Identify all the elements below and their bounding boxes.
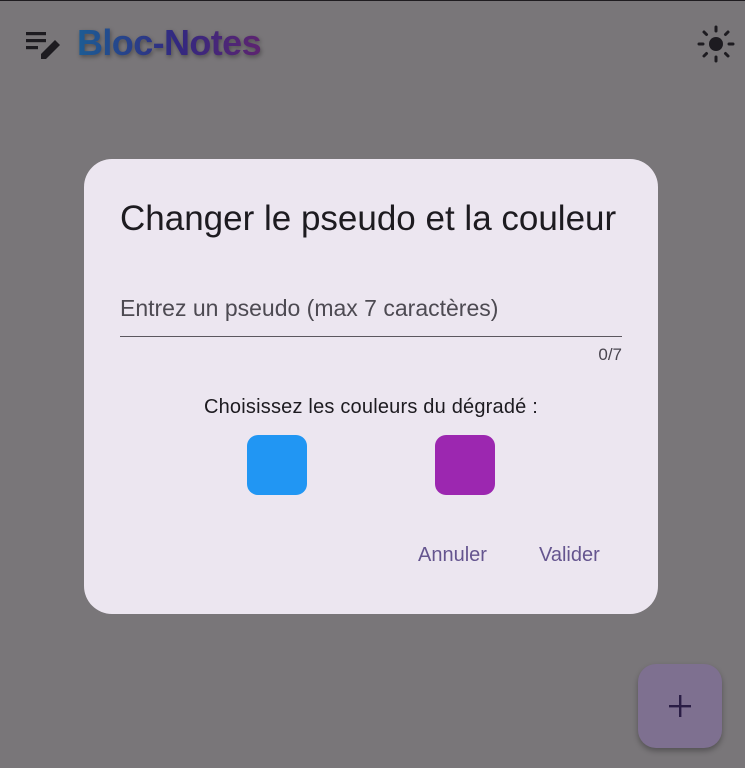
confirm-button[interactable]: Valider [539,539,600,571]
pseudo-input[interactable] [120,281,622,337]
character-counter: 0/7 [598,345,622,364]
plus-icon [667,693,693,719]
edit-profile-dialog: Changer le pseudo et la couleur 0/7 Choi… [84,159,658,614]
sun-icon[interactable] [696,24,736,64]
add-note-button[interactable] [638,664,722,748]
cancel-button[interactable]: Annuler [418,539,487,571]
gradient-color-start-swatch[interactable] [247,435,307,495]
app-title: Bloc-Notes [77,20,262,66]
dialog-title: Changer le pseudo et la couleur [120,199,617,238]
gradient-color-end-swatch[interactable] [435,435,495,495]
app-bar: Bloc-Notes [0,0,745,86]
gradient-colors-label: Choisissez les couleurs du dégradé : [203,396,539,418]
notes-edit-icon[interactable] [24,28,64,62]
